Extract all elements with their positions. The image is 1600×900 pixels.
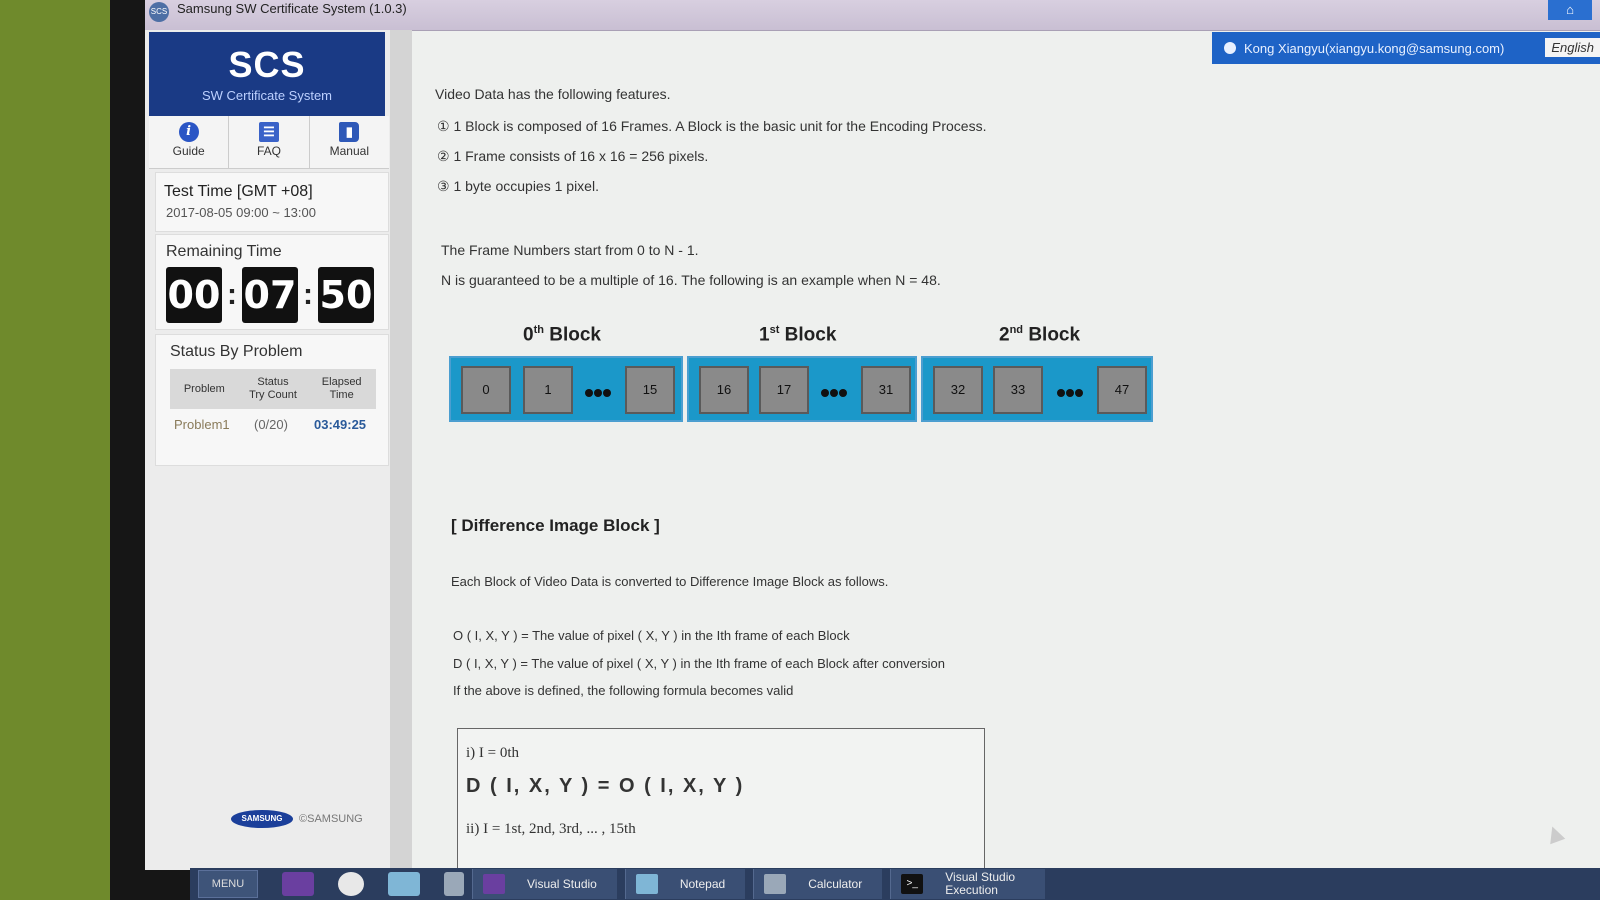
timer-seconds: 50: [318, 267, 374, 323]
formula-box: i) I = 0th D ( I, X, Y ) = O ( I, X, Y )…: [457, 728, 985, 870]
faq-label: FAQ: [256, 144, 281, 158]
ellipsis-dots: [585, 384, 613, 397]
logo-subtitle: SW Certificate System: [201, 88, 333, 103]
taskbar-item-notepad[interactable]: Notepad: [624, 869, 746, 899]
try-count: (0/20): [254, 417, 288, 432]
taskbar: MENU Visual Studio Notepad Calculator >_…: [190, 868, 1600, 900]
calculator-icon: [764, 874, 787, 894]
frame-box: 33: [993, 366, 1043, 414]
window-titlebar: SCS Samsung SW Certificate System (1.0.3…: [145, 0, 1600, 31]
status-label: Status By Problem: [170, 343, 303, 360]
block-1: 16 17 31: [687, 356, 917, 422]
definition-note: If the above is defined, the following f…: [453, 683, 794, 698]
screen: SCS Samsung SW Certificate System (1.0.3…: [145, 0, 1600, 870]
taskbar-menu-button[interactable]: MENU: [198, 870, 258, 898]
test-time-panel: Test Time [GMT +08] 2017-08-05 09:00 ~ 1…: [155, 172, 389, 232]
block-0: 0 1 15: [449, 356, 683, 422]
feature-3: ③ 1 byte occupies 1 pixel.: [437, 178, 599, 194]
window-title: Samsung SW Certificate System (1.0.3): [177, 1, 407, 16]
app-logo-icon: SCS: [149, 2, 169, 22]
frame-box: 15: [625, 366, 675, 414]
manual-button[interactable]: ▮ Manual: [310, 116, 389, 168]
status-table-header: Problem Status Try Count Elapsed Time: [170, 369, 376, 409]
frame-box: 47: [1097, 366, 1147, 414]
logo-title: SCS: [228, 44, 306, 85]
definition-d: D ( I, X, Y ) = The value of pixel ( X, …: [453, 656, 945, 671]
eclipse-launcher-icon[interactable]: [338, 872, 364, 896]
notepad-icon: [635, 874, 658, 894]
timer-hours: 00: [166, 267, 222, 323]
copyright-text: ©SAMSUNG: [299, 813, 363, 825]
taskbar-item-visual-studio[interactable]: Visual Studio: [472, 869, 617, 899]
frame-box: 32: [933, 366, 983, 414]
col-problem: Problem: [183, 382, 225, 395]
sidebar-nav: i Guide ☰ FAQ ▮ Manual: [149, 116, 389, 169]
test-time-value: 2017-08-05 09:00 ~ 13:00: [166, 205, 316, 220]
frame-number-note: The Frame Numbers start from 0 to N - 1.: [441, 242, 699, 258]
col-status-try-count: Status Try Count: [249, 376, 297, 401]
timer-separator: :: [303, 278, 313, 311]
language-button[interactable]: English: [1545, 38, 1600, 57]
formula-case-2: ii) I = 1st, 2nd, 3rd, ... , 15th: [466, 821, 636, 837]
home-button[interactable]: ⌂: [1548, 0, 1592, 20]
block-heading: 0th Block: [523, 324, 601, 346]
samsung-logo: SAMSUNG: [231, 810, 293, 828]
visual-studio-icon: [483, 874, 505, 894]
manual-book-icon: ▮: [339, 122, 360, 142]
col-elapsed-time: Elapsed Time: [321, 376, 362, 401]
timer-separator: :: [227, 278, 237, 311]
intro-text: Video Data has the following features.: [435, 86, 671, 102]
guide-label: Guide: [172, 144, 205, 158]
block-heading: 1st Block: [759, 324, 837, 346]
calculator-launcher-icon[interactable]: [444, 872, 464, 896]
formula-case-1: i) I = 0th: [466, 745, 520, 761]
taskbar-item-calculator[interactable]: Calculator: [753, 869, 883, 899]
notepad-launcher-icon[interactable]: [388, 872, 420, 896]
ellipsis-dots: [821, 384, 849, 397]
status-by-problem-panel: Status By Problem Problem Status Try Cou…: [155, 334, 389, 466]
faq-button[interactable]: ☰ FAQ: [229, 116, 310, 168]
block-heading: 2nd Block: [999, 324, 1081, 346]
test-time-label: Test Time [GMT +08]: [164, 183, 313, 200]
sidebar-splitter[interactable]: [390, 30, 412, 870]
scs-logo: SCS SW Certificate System: [149, 32, 385, 116]
frame-box: 0: [461, 366, 511, 414]
remaining-time-panel: Remaining Time 00 : 07 : 50: [155, 234, 389, 330]
user-bar: Kong Xiangyu(xiangyu.kong@samsung.com) E…: [1212, 32, 1600, 64]
block-2: 32 33 47: [921, 356, 1153, 422]
timer-minutes: 07: [242, 267, 298, 323]
feature-2: ② 1 Frame consists of 16 x 16 = 256 pixe…: [437, 148, 709, 164]
samsung-brand: SAMSUNG ©SAMSUNG: [231, 810, 363, 828]
sidebar: SCS SW Certificate System i Guide ☰ FAQ …: [145, 30, 390, 870]
faq-list-icon: ☰: [258, 122, 279, 142]
elapsed-time: 03:49:25: [314, 417, 367, 432]
mouse-cursor-icon: [1544, 823, 1566, 845]
manual-label: Manual: [329, 144, 369, 158]
guide-button[interactable]: i Guide: [149, 116, 230, 168]
user-icon: [1224, 42, 1236, 54]
taskbar-item-vs-execution[interactable]: >_ Visual Studio Execution: [890, 869, 1046, 899]
feature-1: ① 1 Block is composed of 16 Frames. A Bl…: [437, 118, 987, 134]
console-icon: >_: [901, 874, 924, 894]
user-name: Kong Xiangyu(xiangyu.kong@samsung.com): [1244, 40, 1505, 56]
definition-o: O ( I, X, Y ) = The value of pixel ( X, …: [453, 628, 850, 643]
problem-name[interactable]: Problem1: [174, 417, 254, 432]
frame-box: 17: [759, 366, 809, 414]
section-description: Each Block of Video Data is converted to…: [451, 574, 889, 589]
ellipsis-dots: [1057, 384, 1085, 397]
countdown-timer: 00 : 07 : 50: [166, 267, 374, 323]
formula-equation-1: D ( I, X, Y ) = O ( I, X, Y ): [466, 775, 745, 797]
visual-studio-launcher-icon[interactable]: [282, 872, 314, 896]
info-icon: i: [178, 122, 199, 142]
frame-box: 31: [861, 366, 911, 414]
frame-box: 16: [699, 366, 749, 414]
multiple-note: N is guaranteed to be a multiple of 16. …: [441, 272, 941, 288]
remaining-time-label: Remaining Time: [166, 243, 282, 260]
table-row[interactable]: Problem1 (0/20) 03:49:25: [174, 417, 384, 432]
section-heading: [ Difference Image Block ]: [451, 516, 660, 535]
frame-box: 1: [523, 366, 573, 414]
